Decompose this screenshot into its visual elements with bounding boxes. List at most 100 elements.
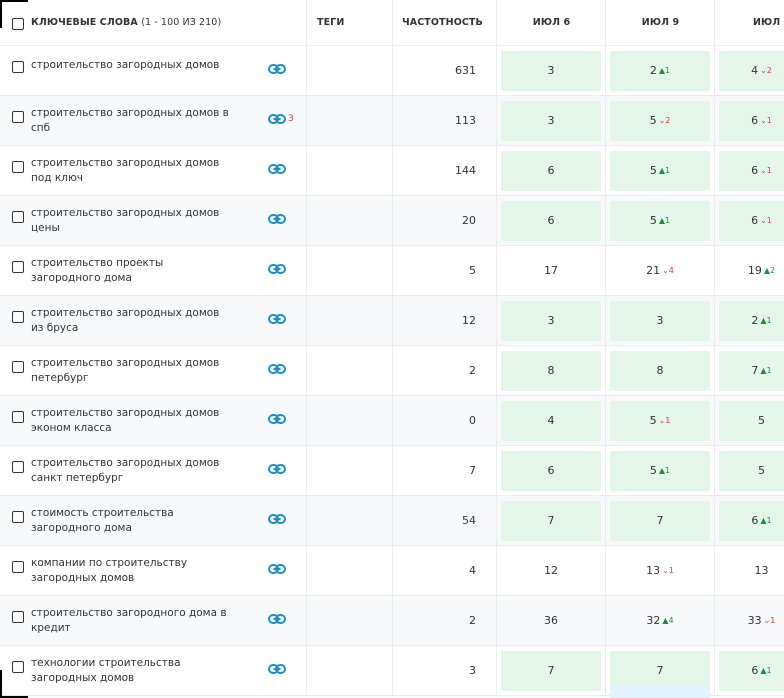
- header-tags[interactable]: ТЕГИ: [317, 17, 344, 28]
- row-checkbox[interactable]: [12, 261, 24, 273]
- row-checkbox[interactable]: [12, 411, 24, 423]
- keyword-text[interactable]: строительство загородных домов эконом кл…: [31, 406, 231, 435]
- position-value-box[interactable]: 6 ⌄1: [719, 101, 784, 141]
- link-icon[interactable]: [268, 313, 286, 325]
- position-value-box[interactable]: 2 ▲1: [719, 301, 784, 341]
- position-value: 5: [649, 164, 657, 177]
- row-checkbox[interactable]: [12, 211, 24, 223]
- position-value-box[interactable]: 6: [501, 201, 601, 241]
- position-value-box[interactable]: 7: [501, 501, 601, 541]
- link-icon[interactable]: [268, 613, 286, 625]
- position-value-box[interactable]: 6 ⌄1: [719, 201, 784, 241]
- keyword-text[interactable]: строительство загородных домов: [31, 58, 231, 73]
- link-icon[interactable]: [268, 463, 286, 475]
- link-icon[interactable]: [268, 663, 286, 675]
- tags-cell[interactable]: [306, 96, 392, 145]
- keyword-text[interactable]: строительство загородных домов цены: [31, 206, 231, 235]
- header-date3[interactable]: ИЮЛ 12: [753, 17, 784, 28]
- link-icon[interactable]: [268, 413, 286, 425]
- keyword-text[interactable]: компании по строительству загородных дом…: [31, 556, 231, 585]
- tags-cell[interactable]: [306, 196, 392, 245]
- header-keywords[interactable]: КЛЮЧЕВЫЕ СЛОВА (1 - 100 ИЗ 210): [31, 17, 221, 28]
- position-value-box[interactable]: 3: [501, 51, 601, 91]
- keyword-text[interactable]: технологии строительства загородных домо…: [31, 656, 231, 685]
- position-value-box[interactable]: 6: [501, 151, 601, 191]
- position-change: ▲1: [760, 366, 771, 375]
- tags-cell[interactable]: [306, 396, 392, 445]
- position-value-box[interactable]: 12: [501, 551, 601, 591]
- position-change: ⌄2: [760, 66, 772, 75]
- position-value-box[interactable]: 33 ⌄1: [719, 601, 784, 641]
- row-checkbox[interactable]: [12, 361, 24, 373]
- row-checkbox[interactable]: [12, 461, 24, 473]
- link-icon[interactable]: [268, 163, 286, 175]
- position-value-box[interactable]: 6 ▲1: [719, 501, 784, 541]
- row-checkbox[interactable]: [12, 311, 24, 323]
- header-frequency[interactable]: ЧАСТОТНОСТЬ: [402, 17, 483, 28]
- position-value-box[interactable]: 5 ▲1: [610, 151, 710, 191]
- position-value-box[interactable]: 19 ▲2: [719, 251, 784, 291]
- row-checkbox[interactable]: [12, 611, 24, 623]
- position-value-box[interactable]: 6 ⌄1: [719, 151, 784, 191]
- position-value-box[interactable]: 6: [501, 451, 601, 491]
- tags-cell[interactable]: [306, 246, 392, 295]
- link-icon[interactable]: [268, 563, 286, 575]
- position-cell-date2: 2 ▲1: [605, 46, 714, 95]
- position-value-box[interactable]: 5: [719, 401, 784, 441]
- position-value-box[interactable]: 3: [501, 301, 601, 341]
- tags-cell[interactable]: [306, 446, 392, 495]
- keyword-text[interactable]: строительство загородных домов санкт пет…: [31, 456, 231, 485]
- position-cell-date3: 2 ▲1: [714, 296, 784, 345]
- position-value-box[interactable]: 7: [610, 501, 710, 541]
- tags-cell[interactable]: [306, 596, 392, 645]
- tags-cell[interactable]: [306, 496, 392, 545]
- position-value-box[interactable]: 21 ⌄4: [610, 251, 710, 291]
- position-value-box[interactable]: 3: [501, 101, 601, 141]
- row-checkbox[interactable]: [12, 111, 24, 123]
- keyword-text[interactable]: строительство проекты загородного дома: [31, 256, 231, 285]
- link-icon[interactable]: [268, 263, 286, 275]
- header-date1[interactable]: ИЮЛ 6: [497, 17, 606, 28]
- row-checkbox[interactable]: [12, 161, 24, 173]
- tags-cell[interactable]: [306, 146, 392, 195]
- position-value-box[interactable]: 5 ⌄1: [610, 401, 710, 441]
- tags-cell[interactable]: [306, 346, 392, 395]
- position-value-box[interactable]: 4 ⌄2: [719, 51, 784, 91]
- tags-cell[interactable]: [306, 546, 392, 595]
- link-icon[interactable]: [268, 113, 286, 125]
- tags-cell[interactable]: [306, 296, 392, 345]
- keyword-text[interactable]: строительство загородных домов под ключ: [31, 156, 231, 185]
- tags-cell[interactable]: [306, 46, 392, 95]
- position-value-box[interactable]: 5 ⌄2: [610, 101, 710, 141]
- position-value-box[interactable]: 13 ⌄1: [610, 551, 710, 591]
- keyword-cell: строительство загородных домов эконом кл…: [0, 396, 306, 445]
- link-icon[interactable]: [268, 63, 286, 75]
- link-count: 3: [288, 114, 294, 124]
- keyword-text[interactable]: строительство загородных домов в спб: [31, 106, 231, 135]
- position-value-box[interactable]: 4: [501, 401, 601, 441]
- row-checkbox[interactable]: [12, 61, 24, 73]
- keyword-text[interactable]: стоимость строительства загородного дома: [31, 506, 231, 535]
- position-value-box[interactable]: 2 ▲1: [610, 51, 710, 91]
- position-value-box[interactable]: 32 ▲4: [610, 601, 710, 641]
- link-icon[interactable]: [268, 513, 286, 525]
- position-value-box[interactable]: 13: [719, 551, 784, 591]
- row-checkbox[interactable]: [12, 561, 24, 573]
- row-checkbox[interactable]: [12, 511, 24, 523]
- position-value-box[interactable]: 5 ▲1: [610, 451, 710, 491]
- keyword-text[interactable]: строительство загородного дома в кредит: [31, 606, 231, 635]
- position-value: 13: [754, 564, 769, 577]
- position-value-box[interactable]: 8: [501, 351, 601, 391]
- keyword-text[interactable]: строительство загородных домов петербург: [31, 356, 231, 385]
- position-value-box[interactable]: 36: [501, 601, 601, 641]
- position-value-box[interactable]: 3: [610, 301, 710, 341]
- link-icon[interactable]: [268, 363, 286, 375]
- position-value-box[interactable]: 5: [719, 451, 784, 491]
- position-value-box[interactable]: 7 ▲1: [719, 351, 784, 391]
- link-icon[interactable]: [268, 213, 286, 225]
- position-value-box[interactable]: 5 ▲1: [610, 201, 710, 241]
- position-value-box[interactable]: 8: [610, 351, 710, 391]
- keyword-text[interactable]: строительство загородных домов из бруса: [31, 306, 231, 335]
- header-date2[interactable]: ИЮЛ 9: [606, 17, 715, 28]
- position-value-box[interactable]: 17: [501, 251, 601, 291]
